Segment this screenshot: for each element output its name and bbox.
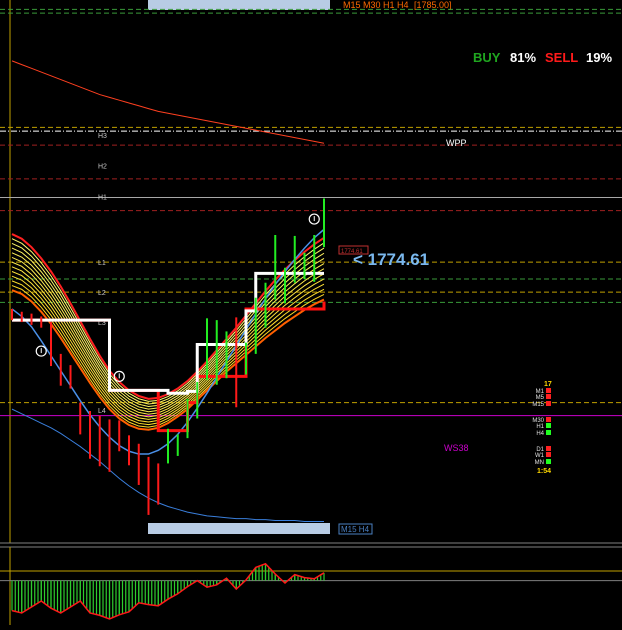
status-label-m15: M15 bbox=[532, 402, 544, 408]
status-label-m5: M5 bbox=[536, 395, 545, 401]
status-label-mn: MN bbox=[535, 460, 544, 466]
ws38-label: WS38 bbox=[444, 443, 469, 453]
status-top-number: 17 bbox=[544, 381, 552, 388]
pivot-label-h3: H3 bbox=[98, 133, 107, 140]
buy-label: BUY bbox=[473, 50, 501, 65]
sell-percent: 19% bbox=[586, 50, 612, 65]
status-box-mn bbox=[546, 459, 551, 464]
buy-percent: 81% bbox=[510, 50, 536, 65]
status-label-w1: W1 bbox=[535, 453, 545, 459]
status-box-h1 bbox=[546, 423, 551, 428]
trading-chart: M15 M30 H1 H4 [1785.00] BUY 81% SELL 19%… bbox=[0, 0, 622, 625]
price-chart-svg: M15 M30 H1 H4 [1785.00] BUY 81% SELL 19%… bbox=[0, 0, 622, 625]
bottom-range-box bbox=[148, 523, 330, 534]
wpp-label: WPP bbox=[446, 138, 467, 148]
status-label-h4: H4 bbox=[536, 431, 544, 437]
timeframes-label: M15 M30 H1 H4 bbox=[343, 0, 409, 10]
status-box-m15 bbox=[546, 401, 551, 406]
status-box-d1 bbox=[546, 446, 551, 451]
status-box-m30 bbox=[546, 417, 551, 422]
sell-label: SELL bbox=[545, 50, 578, 65]
current-price-text: < 1774.61 bbox=[353, 250, 429, 269]
status-countdown: 1:54 bbox=[537, 468, 551, 475]
status-box-m1 bbox=[546, 388, 551, 393]
status-label-h1: H1 bbox=[536, 424, 544, 430]
top-range-box bbox=[148, 0, 330, 10]
pivot-label-l2: L2 bbox=[98, 290, 106, 297]
status-box-h4 bbox=[546, 430, 551, 435]
bottom-box-label: M15 H4 bbox=[341, 525, 370, 534]
status-box-w1 bbox=[546, 452, 551, 457]
pivot-label-l1: L1 bbox=[98, 260, 106, 267]
pivot-label-l4: L4 bbox=[98, 408, 106, 415]
header-price-tag: [1785.00] bbox=[414, 0, 452, 10]
pivot-label-h1: H1 bbox=[98, 195, 107, 202]
pivot-label-h2: H2 bbox=[98, 164, 107, 171]
status-box-m5 bbox=[546, 394, 551, 399]
